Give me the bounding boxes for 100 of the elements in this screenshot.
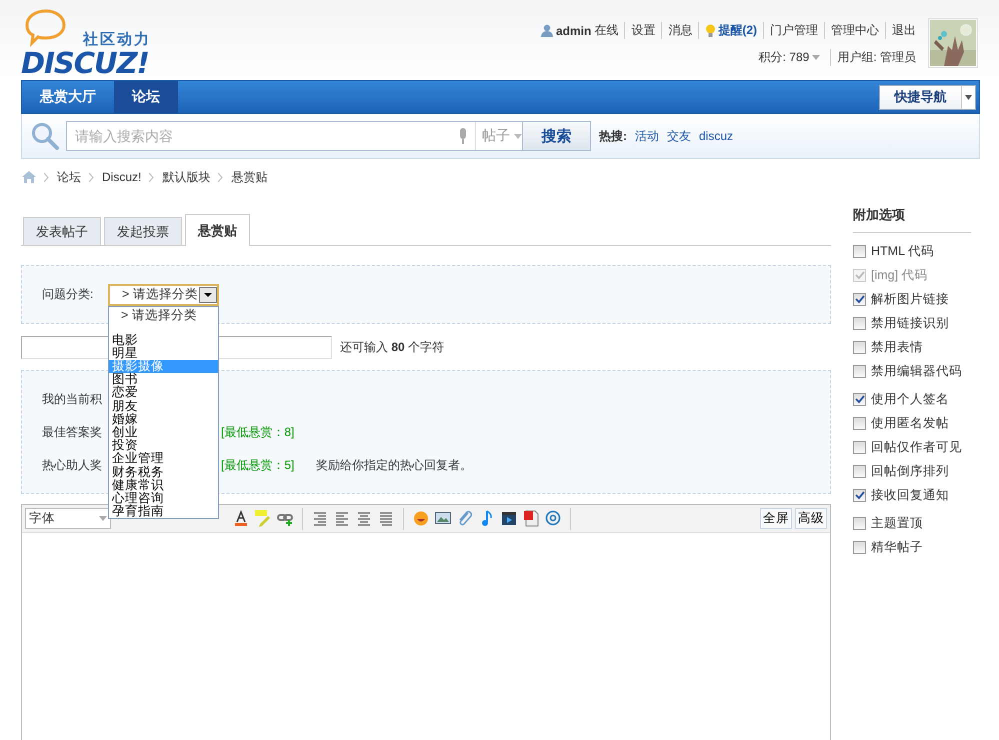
user-name-link[interactable]: admin: [556, 24, 592, 38]
quick-nav-button[interactable]: 快捷导航: [880, 86, 962, 108]
checkbox-label: 接收回复通知: [871, 486, 949, 504]
credits-label[interactable]: 积分: 789: [758, 49, 810, 66]
online-status: 在线: [594, 22, 618, 39]
chevron-icon: [149, 172, 154, 182]
breadcrumb-link[interactable]: Discuz!: [102, 170, 142, 184]
breadcrumb-link[interactable]: 论坛: [57, 168, 81, 186]
search-icon: [30, 121, 60, 151]
dropdown-option[interactable]: 财务税务: [109, 466, 218, 479]
checkbox[interactable]: [853, 392, 866, 406]
nav-tab[interactable]: 论坛: [114, 81, 178, 113]
hot-search-link[interactable]: 活动: [635, 128, 659, 144]
reward-label: 我的当前积: [42, 390, 102, 408]
dropdown-option[interactable]: 恋爱: [109, 386, 218, 400]
breadcrumb-link[interactable]: 默认版块: [162, 168, 210, 186]
checkbox-label: 精华帖子: [871, 538, 923, 556]
dropdown-option[interactable]: 心理咨询: [109, 492, 218, 506]
checkbox[interactable]: [853, 488, 866, 502]
dropdown-option[interactable]: 创业: [109, 426, 218, 440]
minimum-reward-note: [最低悬赏：8]: [221, 424, 296, 440]
dropdown-option[interactable]: 朋友: [109, 400, 218, 413]
chevron-icon: [44, 172, 49, 182]
hot-search-link[interactable]: 交友: [667, 128, 691, 144]
checkbox-label: 禁用链接识别: [871, 314, 949, 332]
smiley-icon[interactable]: [413, 510, 429, 527]
microphone-icon: [457, 128, 469, 144]
flash-file-icon[interactable]: [523, 510, 539, 527]
checkbox[interactable]: [853, 244, 866, 258]
video-icon[interactable]: [501, 510, 517, 527]
dropdown-option[interactable]: 明星: [109, 346, 218, 360]
chevron-icon: [218, 172, 224, 182]
text-color-icon[interactable]: [233, 510, 249, 527]
logo-tagline: 社区动力: [83, 30, 151, 49]
font-select[interactable]: 字体: [25, 508, 111, 529]
checkbox[interactable]: [853, 540, 866, 554]
caret-icon: [812, 55, 820, 60]
checkbox-label: [img] 代码: [871, 266, 928, 284]
music-note-icon[interactable]: [479, 510, 495, 527]
align-left-icon[interactable]: [334, 510, 350, 527]
checkbox-label: 回帖倒序排列: [871, 462, 949, 480]
checkbox-label: 禁用编辑器代码: [871, 362, 962, 380]
header-link[interactable]: 管理中心: [824, 22, 885, 39]
checkbox[interactable]: [853, 416, 866, 430]
user-icon: [540, 24, 553, 37]
sidebar-title: 附加选项: [853, 203, 971, 233]
editor-mode-button[interactable]: 高级: [795, 508, 827, 529]
image-icon[interactable]: [435, 510, 451, 527]
user-group-label: 用户组: 管理员: [830, 49, 922, 66]
post-type-tab[interactable]: 发表帖子: [23, 217, 101, 245]
chevron-icon: [89, 172, 94, 182]
checkbox[interactable]: [853, 316, 866, 330]
dropdown-option[interactable]: 投资: [109, 439, 218, 452]
editor-mode-button[interactable]: 全屏: [760, 508, 792, 529]
character-counter: 还可输入 80 个字符: [340, 339, 444, 356]
checkbox-label: 使用个人签名: [871, 390, 949, 408]
category-select[interactable]: > 请选择分类: [108, 284, 219, 306]
dropdown-option[interactable]: 孕育指南: [109, 505, 218, 518]
checkbox-label: HTML 代码: [871, 242, 934, 260]
caret-icon[interactable]: [962, 94, 975, 100]
checkbox[interactable]: [853, 340, 866, 354]
minimum-reward-note: [最低悬赏：5]: [221, 456, 296, 474]
post-type-tab[interactable]: 悬赏贴: [185, 214, 250, 246]
post-type-tab[interactable]: 发起投票: [104, 217, 182, 245]
reminder-link[interactable]: 提醒(2): [718, 22, 757, 39]
header-link[interactable]: 消息: [661, 22, 698, 39]
dropdown-option[interactable]: 图书: [109, 373, 218, 386]
caret-icon: [514, 134, 522, 138]
reward-label: 热心助人奖: [42, 456, 102, 474]
bulb-icon: [705, 24, 716, 38]
hot-search-link[interactable]: discuz: [699, 129, 734, 143]
caret-icon: [99, 516, 107, 521]
checkbox[interactable]: [853, 364, 866, 378]
nav-tab[interactable]: 悬赏大厅: [22, 81, 114, 113]
header-link[interactable]: 退出: [885, 22, 922, 39]
checkbox-label: 解析图片链接: [871, 290, 949, 308]
reward-label: 最佳答案奖: [42, 424, 102, 440]
checkbox-label: 回帖仅作者可见: [871, 438, 962, 456]
align-center-icon[interactable]: [356, 510, 372, 527]
hot-search-label: 热搜:: [599, 128, 627, 144]
checkbox-label: 主题置顶: [871, 514, 923, 532]
paperclip-icon[interactable]: [457, 510, 473, 527]
dropdown-option[interactable]: > 请选择分类: [109, 306, 218, 322]
dropdown-option[interactable]: 电影: [109, 334, 218, 347]
category-label: 问题分类:: [42, 286, 94, 303]
checkbox[interactable]: [853, 292, 866, 306]
header-link[interactable]: 门户管理: [763, 22, 824, 39]
checkbox[interactable]: [853, 516, 866, 530]
dropdown-option[interactable]: 婚嫁: [109, 412, 218, 426]
logo-wordmark: DISCUZ!: [21, 46, 149, 80]
header-link[interactable]: 设置: [624, 22, 662, 39]
justify-icon[interactable]: [378, 510, 394, 527]
search-button[interactable]: 搜索: [523, 121, 591, 151]
align-right-icon[interactable]: [312, 510, 328, 527]
checkbox[interactable]: [853, 440, 866, 454]
breadcrumb-link[interactable]: 悬赏贴: [231, 168, 268, 186]
dropdown-option[interactable]: 企业管理: [109, 452, 218, 466]
dropdown-option[interactable]: 健康常识: [109, 478, 218, 492]
checkbox[interactable]: [853, 464, 866, 478]
checkbox-label: 使用匿名发帖: [871, 414, 949, 432]
